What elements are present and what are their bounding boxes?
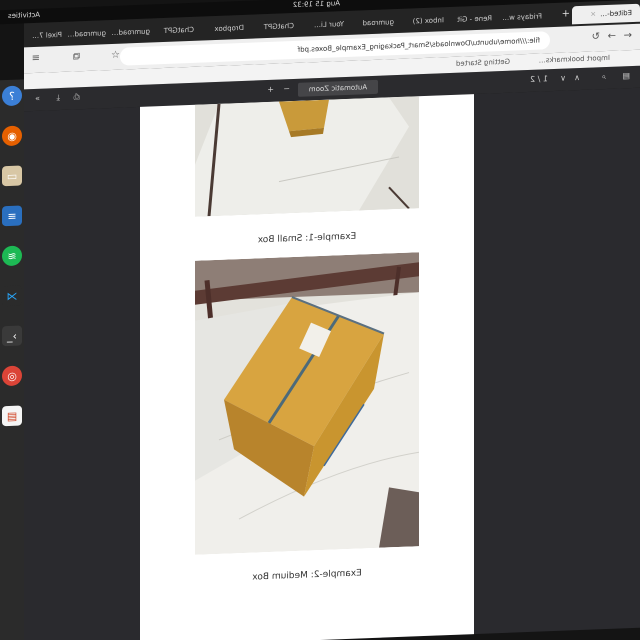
chrome-icon[interactable]: ◎: [2, 365, 22, 387]
print-icon[interactable]: ⎙: [74, 92, 80, 102]
tab-label: Dropbox: [214, 23, 245, 34]
close-icon[interactable]: ✕: [590, 10, 596, 18]
screen: ⏻ 🔊 ⚡ Aug 15 19:32 Activities Fridays w……: [0, 0, 640, 640]
prev-page-icon[interactable]: ∧: [574, 73, 580, 82]
caption-example-2: Example-2: Medium Box: [252, 568, 362, 583]
tab[interactable]: Rene - Git: [448, 9, 500, 29]
ubuntu-dock: ? ◉ ▭ ≡ ≋ ⋊ ›_ ◎ ▤: [0, 79, 24, 640]
forward-icon[interactable]: →: [608, 31, 616, 42]
firefox-icon[interactable]: ◉: [2, 125, 22, 147]
back-icon[interactable]: ←: [624, 30, 632, 41]
tab-active[interactable]: Edited-… ✕: [572, 3, 640, 25]
bookmark-item[interactable]: Import bookmarks…: [539, 54, 610, 65]
zoom-in-icon[interactable]: +: [267, 85, 274, 94]
tab-label: Fridays w…: [502, 12, 542, 23]
tab[interactable]: gumroad…: [66, 24, 114, 44]
save-icon[interactable]: ⤓: [56, 93, 60, 103]
files-icon[interactable]: ▭: [2, 165, 22, 187]
small-box-photo: [195, 96, 419, 217]
pdf-viewer[interactable]: Example-1: Small Box Example-2: Medium B…: [24, 87, 640, 640]
clock[interactable]: Aug 15 19:32: [293, 0, 340, 9]
tab[interactable]: gumroad…: [110, 22, 158, 42]
impress-icon[interactable]: ▤: [2, 405, 22, 427]
terminal-icon[interactable]: ›_: [2, 325, 22, 347]
tab-label: gumroad…: [67, 29, 106, 39]
tab[interactable]: ChatGPT: [248, 17, 302, 37]
tab[interactable]: Your Li…: [298, 15, 352, 35]
next-page-icon[interactable]: ∨: [560, 74, 566, 83]
reload-icon[interactable]: ↻: [592, 31, 600, 42]
activities-button[interactable]: Activities: [8, 11, 40, 20]
zoom-select[interactable]: Automatic Zoom: [298, 79, 378, 97]
find-icon[interactable]: ⌕: [602, 72, 606, 82]
tab-label: Pixel 7…: [32, 30, 62, 41]
caption-example-1: Example-1: Small Box: [257, 231, 357, 246]
sidebar-toggle-icon[interactable]: ▤: [622, 71, 630, 80]
tab-label: gumroad: [362, 18, 394, 28]
tab[interactable]: Inbox (2): [398, 11, 452, 31]
tab[interactable]: ChatGPT: [154, 21, 202, 41]
tab[interactable]: gumroad: [348, 13, 402, 33]
new-tab-icon[interactable]: +: [562, 8, 570, 19]
tab-label: Your Li…: [313, 20, 344, 30]
medium-box-photo: [195, 252, 419, 555]
tab[interactable]: Fridays w…: [496, 7, 550, 27]
tab-label: ChatGPT: [163, 25, 194, 36]
tab-label: gumroad…: [111, 27, 150, 38]
bookmark-item[interactable]: Getting Started: [456, 58, 510, 68]
page-number[interactable]: 1 / 2: [530, 74, 548, 84]
help-icon[interactable]: ?: [2, 85, 22, 107]
tab-label: Rene - Git: [457, 14, 492, 24]
mirrored-screenshot: ⏻ 🔊 ⚡ Aug 15 19:32 Activities Fridays w……: [0, 0, 640, 640]
menu-icon[interactable]: ≡: [32, 53, 40, 64]
tab-label: Inbox (2): [412, 16, 444, 26]
bookmark-star-icon[interactable]: ☆: [111, 50, 120, 61]
tab[interactable]: Dropbox: [198, 19, 252, 39]
vscode-icon[interactable]: ⋊: [2, 285, 22, 307]
tab-label: Edited-…: [600, 9, 632, 19]
extensions-icon[interactable]: ⧉: [73, 51, 80, 62]
pdf-page: Example-1: Small Box Example-2: Medium B…: [140, 94, 474, 640]
writer-icon[interactable]: ≡: [2, 205, 22, 227]
more-tools-icon[interactable]: »: [35, 94, 40, 103]
zoom-out-icon[interactable]: −: [283, 84, 290, 93]
spotify-icon[interactable]: ≋: [2, 245, 22, 267]
tab[interactable]: Pixel 7…: [22, 26, 70, 46]
tab-label: ChatGPT: [263, 21, 294, 32]
